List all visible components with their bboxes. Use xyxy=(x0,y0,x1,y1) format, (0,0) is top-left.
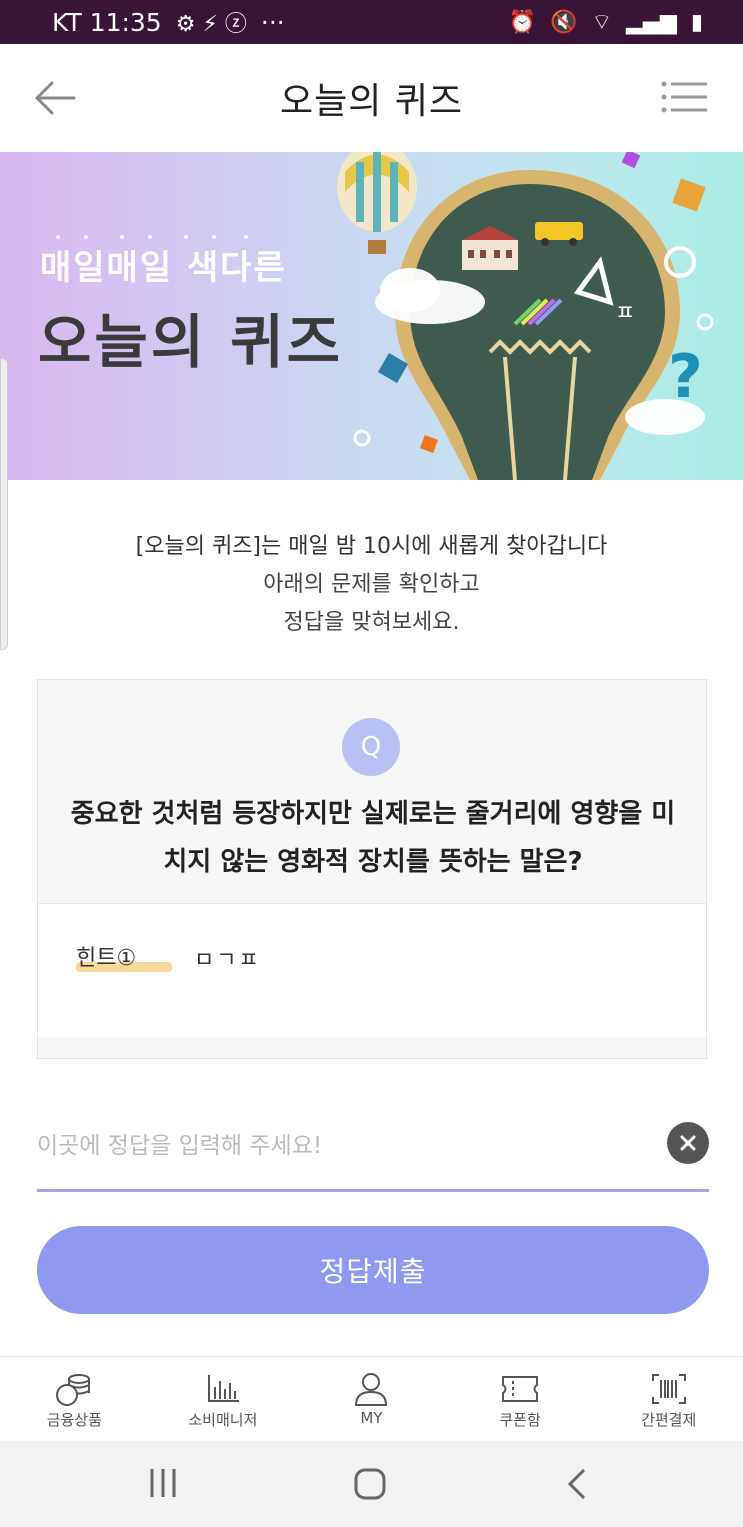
tab-label: 쿠폰함 xyxy=(499,1411,541,1429)
hint-label: 힌트① xyxy=(76,946,137,971)
back-icon[interactable] xyxy=(566,1467,588,1501)
submit-answer-button[interactable]: 정답제출 xyxy=(37,1226,709,1314)
intro-line-2: 아래의 문제를 확인하고 xyxy=(263,572,480,597)
quiz-banner: ㅍ ? 매일매일 색다른 오늘의 퀴즈 xyxy=(0,152,743,480)
svg-text:?: ? xyxy=(668,342,703,412)
close-icon xyxy=(680,1135,696,1151)
tab-easy-payment[interactable]: 간편결제 xyxy=(594,1357,743,1442)
app-header: 오늘의 퀴즈 xyxy=(0,44,743,152)
question-line-2: 치지 않는 영화적 장치를 뜻하는 말은? xyxy=(163,847,583,877)
status-bar: KT 11:35 ⚙ ⚡ ⓩ ··· ⏰ 🔇 ⌔ ▂▄▆ ▮ xyxy=(0,0,743,44)
tab-spending-manager[interactable]: 소비매니저 xyxy=(149,1357,298,1442)
question-badge: Q xyxy=(342,718,400,776)
question-card: Q 중요한 것처럼 등장하지만 실제로는 줄거리에 영향을 미 치지 않는 영화… xyxy=(37,679,707,1059)
home-icon[interactable] xyxy=(353,1467,387,1501)
tab-label: 금융상품 xyxy=(46,1411,102,1429)
tab-label: 간편결제 xyxy=(641,1411,697,1429)
banner-subtitle: 매일매일 색다른 xyxy=(40,248,287,288)
notification-icons: ⚙ ⚡ ⓩ xyxy=(175,12,247,37)
question-text: 중요한 것처럼 등장하지만 실제로는 줄거리에 영향을 미 치지 않는 영화적 … xyxy=(58,790,688,886)
signal-icon: ▂▄▆ xyxy=(626,9,677,35)
wifi-icon: ⌔ xyxy=(591,10,613,35)
status-left: KT 11:35 ⚙ ⚡ ⓩ ··· xyxy=(52,6,285,38)
alarm-icon: ⏰ xyxy=(508,9,537,35)
hint-value: ㅁㄱㅍ xyxy=(194,948,261,973)
status-right: ⏰ 🔇 ⌔ ▂▄▆ ▮ xyxy=(509,8,703,36)
tab-label: 소비매니저 xyxy=(188,1411,258,1429)
tab-my[interactable]: MY xyxy=(297,1357,446,1442)
system-nav-bar xyxy=(0,1441,743,1527)
intro-line-1: [오늘의 퀴즈]는 매일 밤 10시에 새롭게 찾아갑니다 xyxy=(135,534,608,559)
person-icon xyxy=(355,1373,388,1406)
bottom-tab-bar: 금융상품 소비매니저 MY 쿠폰함 간편결제 xyxy=(0,1356,743,1442)
menu-icon[interactable] xyxy=(661,80,707,114)
hint-area: 힌트① ㅁㄱㅍ xyxy=(38,903,706,1037)
barcode-icon xyxy=(651,1374,686,1404)
banner-title: 오늘의 퀴즈 xyxy=(38,308,343,376)
recent-apps-icon[interactable] xyxy=(148,1467,178,1499)
intro-text: [오늘의 퀴즈]는 매일 밤 10시에 새롭게 찾아갑니다 아래의 문제를 확인… xyxy=(0,528,743,642)
bar-chart-icon xyxy=(207,1375,239,1402)
svg-text:ㅍ: ㅍ xyxy=(615,301,635,326)
tab-coupon-box[interactable]: 쿠폰함 xyxy=(446,1357,595,1442)
coins-icon xyxy=(56,1374,91,1406)
tab-financial-products[interactable]: 금융상품 xyxy=(0,1357,149,1442)
page-title: 오늘의 퀴즈 xyxy=(279,81,464,122)
question-line-1: 중요한 것처럼 등장하지만 실제로는 줄거리에 영향을 미 xyxy=(70,799,676,829)
back-arrow-icon[interactable] xyxy=(34,80,76,116)
ticket-icon xyxy=(502,1376,539,1402)
more-notifications-icon: ··· xyxy=(260,7,285,37)
intro-line-3: 정답을 맞혀보세요. xyxy=(283,610,460,635)
clear-input-button[interactable] xyxy=(667,1122,709,1164)
answer-input[interactable] xyxy=(37,1126,637,1166)
carrier-time: KT 11:35 xyxy=(52,7,162,37)
answer-field xyxy=(37,1110,709,1192)
mute-icon: 🔇 xyxy=(550,9,578,35)
tab-label: MY xyxy=(360,1409,383,1427)
battery-icon: ▮ xyxy=(690,9,703,35)
